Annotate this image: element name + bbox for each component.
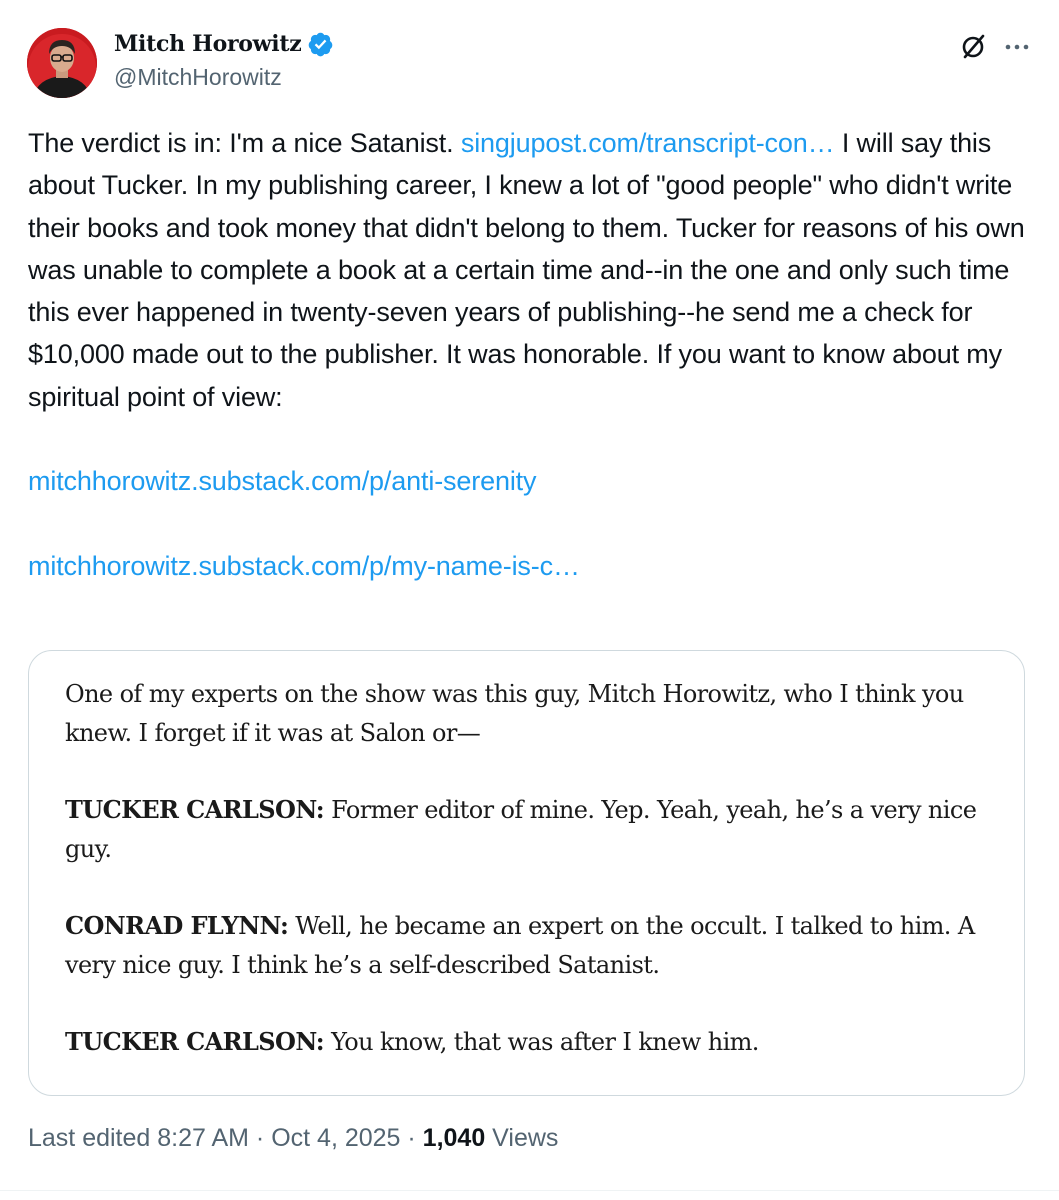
transcript-link[interactable]: singjupost.com/transcript-con… [461, 128, 835, 158]
speaker-name: CONRAD FLYNN: [65, 911, 289, 940]
author-handle[interactable]: @MitchHorowitz [114, 64, 334, 91]
transcript-paragraph: CONRAD FLYNN: Well, he became an expert … [65, 907, 995, 984]
transcript-paragraph: TUCKER CARLSON: Former editor of mine. Y… [65, 791, 995, 868]
verified-badge-icon[interactable] [307, 31, 334, 58]
transcript-excerpt: One of my experts on the show was this g… [65, 675, 995, 1062]
speaker-name: TUCKER CARLSON: [65, 1027, 325, 1056]
anti-serenity-link[interactable]: mitchhorowitz.substack.com/p/anti-sereni… [28, 466, 537, 496]
edited-timestamp[interactable]: Last edited 8:27 AM · Oct 4, 2025 · [28, 1124, 423, 1152]
tweet-paragraph-2: mitchhorowitz.substack.com/p/anti-sereni… [28, 460, 1028, 502]
views-label: Views [485, 1124, 559, 1152]
more-horizontal-icon[interactable] [1002, 32, 1032, 62]
tweet-text-body: I will say this about Tucker. In my publ… [28, 128, 1025, 412]
author-info: Mitch Horowitz @MitchHorowitz [114, 28, 334, 91]
transcript-text: You know, that was after I knew him. [324, 1028, 759, 1056]
tweet-text: The verdict is in: I'm a nice Satanist. … [28, 122, 1028, 587]
transcript-text: One of my experts on the show was this g… [65, 680, 964, 747]
tweet-text-lead: The verdict is in: I'm a nice Satanist. [28, 128, 461, 158]
divider [0, 1190, 1059, 1191]
tweet-paragraph-1: The verdict is in: I'm a nice Satanist. … [28, 122, 1028, 418]
views-count[interactable]: 1,040 [423, 1124, 486, 1152]
avatar[interactable] [27, 28, 97, 98]
speaker-name: TUCKER CARLSON: [65, 795, 325, 824]
grok-icon[interactable] [958, 32, 988, 62]
my-name-is-link[interactable]: mitchhorowitz.substack.com/p/my-name-is-… [28, 551, 580, 581]
tweet-meta: Last edited 8:27 AM · Oct 4, 2025 · 1,04… [28, 1124, 558, 1153]
tweet-paragraph-3: mitchhorowitz.substack.com/p/my-name-is-… [28, 545, 1028, 587]
transcript-paragraph: One of my experts on the show was this g… [65, 675, 995, 752]
transcript-paragraph: TUCKER CARLSON: You know, that was after… [65, 1023, 995, 1062]
display-name-row: Mitch Horowitz [114, 28, 334, 60]
header-actions [958, 32, 1032, 62]
tweet-header: Mitch Horowitz @MitchHorowitz [27, 28, 1032, 98]
display-name[interactable]: Mitch Horowitz [114, 31, 302, 57]
attached-image[interactable]: One of my experts on the show was this g… [28, 650, 1025, 1096]
avatar-image [27, 28, 97, 98]
